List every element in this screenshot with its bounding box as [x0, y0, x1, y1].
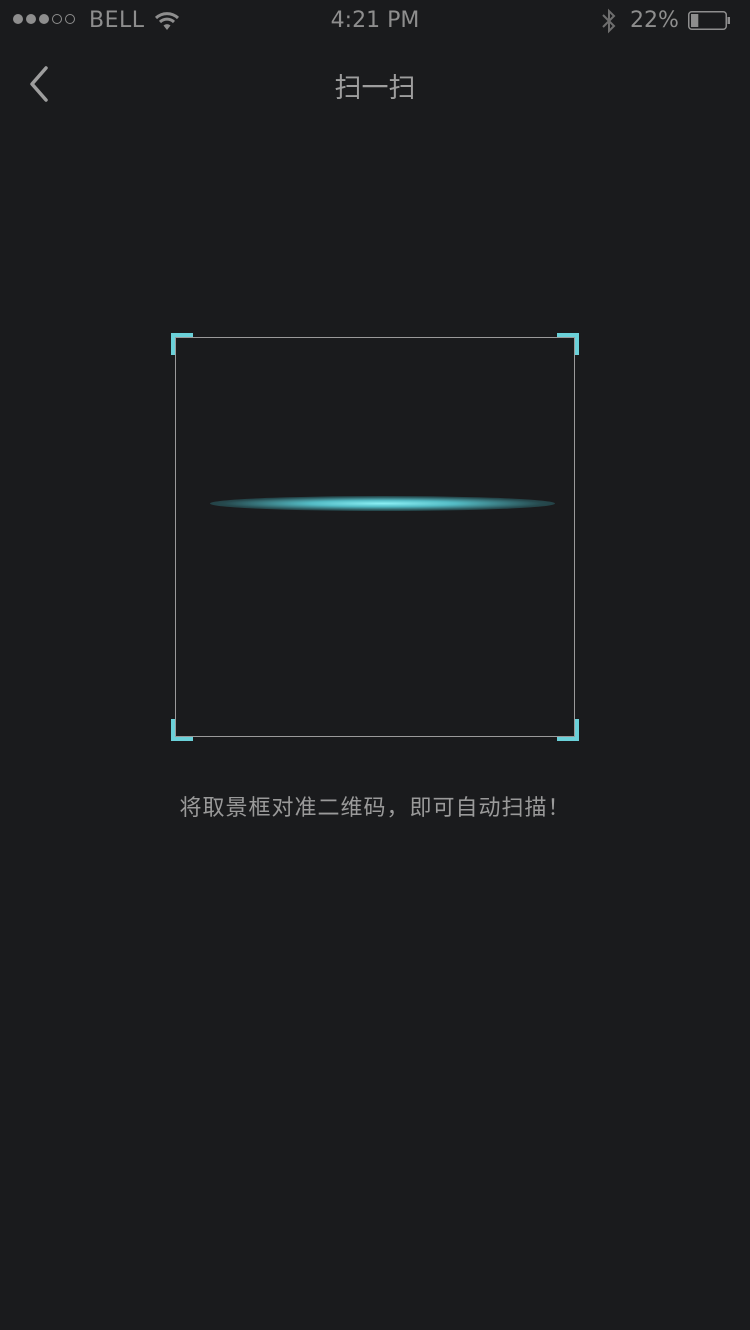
viewfinder-corner-bottom-left: [171, 719, 193, 741]
battery-icon: [688, 11, 730, 30]
viewfinder-corner-top-right: [557, 333, 579, 355]
scan-line: [210, 496, 555, 511]
page-title: 扫一扫: [334, 73, 416, 104]
viewfinder-corner-top-left: [171, 333, 193, 355]
battery-percentage: 22%: [630, 8, 679, 33]
scan-viewfinder: [175, 337, 575, 737]
viewfinder-corner-bottom-right: [557, 719, 579, 741]
bluetooth-icon: [602, 8, 616, 34]
status-bar: BELL 4:21 PM 22%: [0, 0, 750, 40]
scan-hint-text: 将取景框对准二维码，即可自动扫描！: [179, 796, 571, 821]
scan-screen: BELL 4:21 PM 22% 扫一扫 将取景框对准二维码，即可自动扫描！: [0, 0, 750, 1330]
